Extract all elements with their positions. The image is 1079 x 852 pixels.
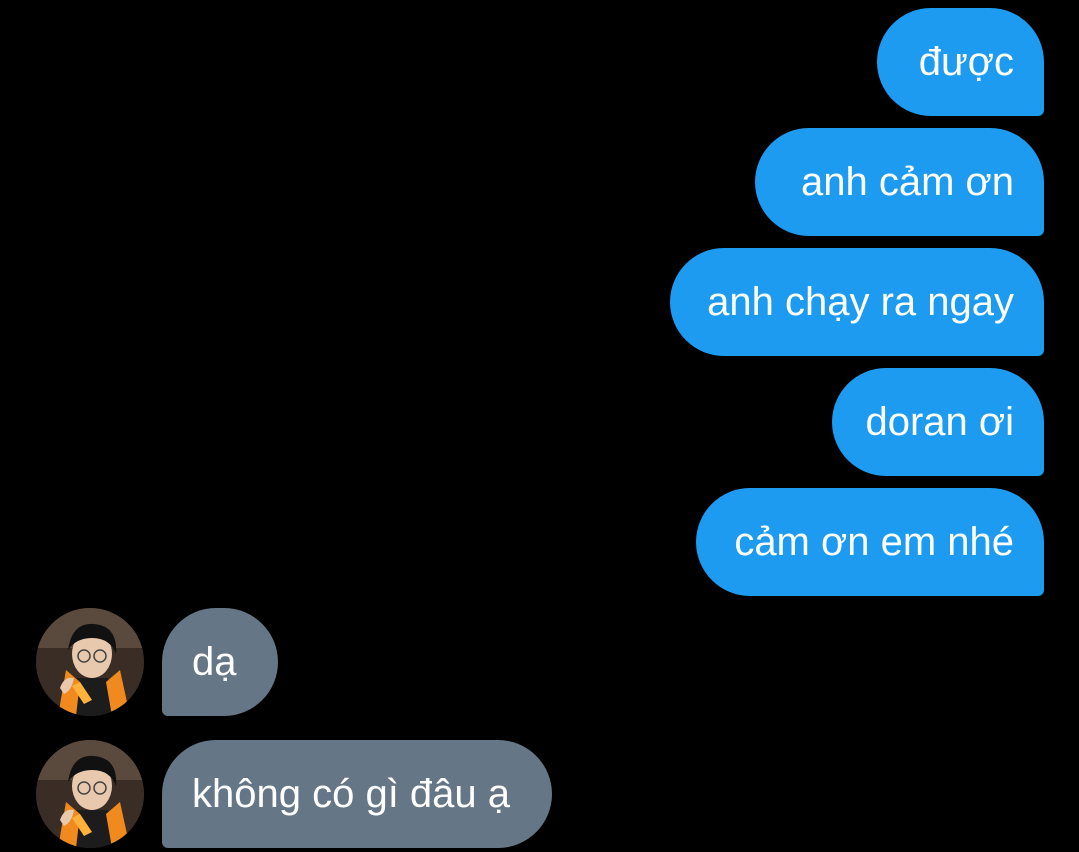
sent-message-bubble[interactable]: được bbox=[877, 8, 1044, 116]
sent-message-bubble[interactable]: cảm ơn em nhé bbox=[696, 488, 1044, 596]
sent-message-bubble[interactable]: anh cảm ơn bbox=[755, 128, 1044, 236]
contact-avatar[interactable] bbox=[36, 608, 144, 716]
contact-avatar[interactable] bbox=[36, 740, 144, 848]
received-message-bubble[interactable]: dạ bbox=[162, 608, 278, 716]
message-thread: được anh cảm ơn anh chạy ra ngay doran ơ… bbox=[0, 0, 1079, 852]
sent-message-bubble[interactable]: anh chạy ra ngay bbox=[670, 248, 1044, 356]
received-message-bubble[interactable]: không có gì đâu ạ bbox=[162, 740, 552, 848]
contact-avatar-photo-icon bbox=[36, 608, 144, 716]
contact-avatar-photo-icon bbox=[36, 740, 144, 848]
sent-message-bubble[interactable]: doran ơi bbox=[832, 368, 1044, 476]
